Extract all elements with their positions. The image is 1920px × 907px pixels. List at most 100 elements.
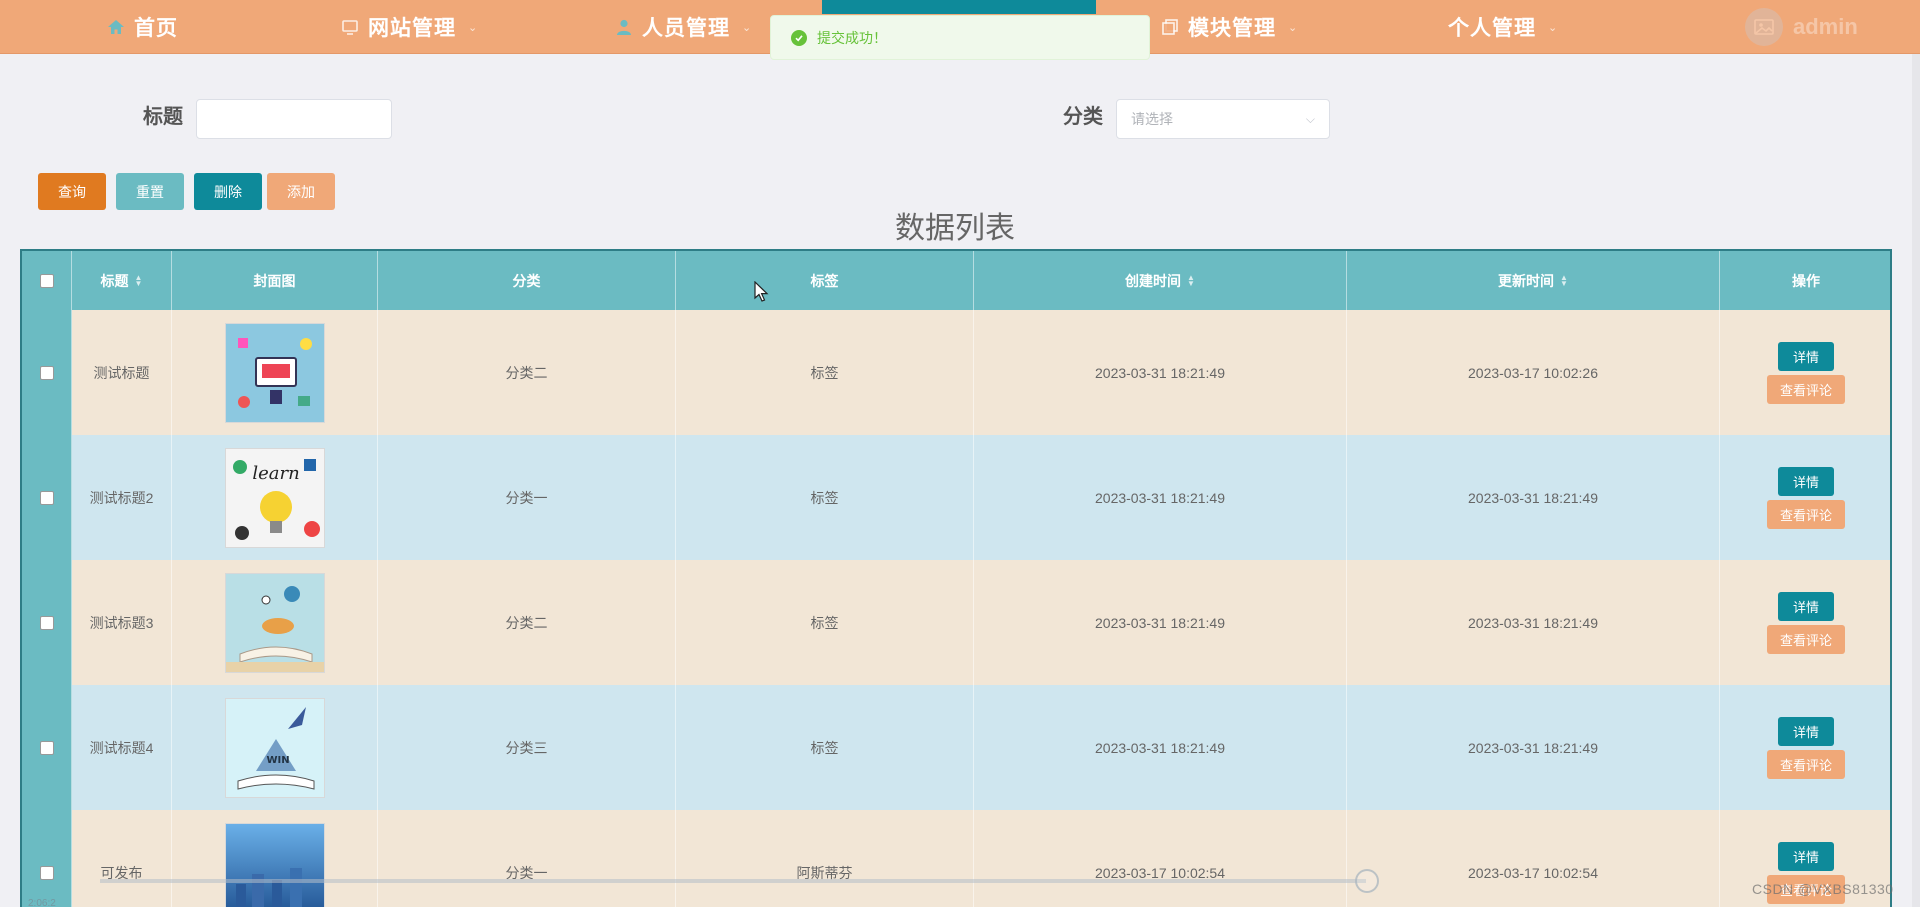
nav-home[interactable]: 首页 bbox=[106, 0, 178, 54]
nav-personal-label: 个人管理 bbox=[1448, 17, 1536, 40]
row-created-time: 2023-03-31 18:21:49 bbox=[974, 685, 1347, 810]
user-icon bbox=[617, 19, 631, 35]
row-select-cell bbox=[22, 810, 72, 907]
title-search-input[interactable] bbox=[196, 99, 392, 139]
row-category: 分类一 bbox=[378, 810, 676, 907]
select-all-cell bbox=[22, 251, 72, 310]
row-title: 测试标题2 bbox=[72, 435, 172, 560]
row-checkbox[interactable] bbox=[39, 740, 54, 755]
watermark: CSDN @VXBS81330 bbox=[1752, 881, 1894, 897]
home-icon bbox=[108, 20, 124, 34]
view-comments-button[interactable]: 查看评论 bbox=[1767, 624, 1845, 654]
page-scrollbar[interactable] bbox=[1912, 54, 1920, 907]
user-menu[interactable]: admin bbox=[1745, 8, 1858, 46]
row-cover-cell: WIN bbox=[172, 685, 378, 810]
nav-home-label: 首页 bbox=[134, 17, 178, 40]
detail-button[interactable]: 详情 bbox=[1778, 591, 1834, 621]
column-header-tag: 标签 bbox=[676, 251, 974, 310]
row-title: 可发布 bbox=[72, 810, 172, 907]
nav-personnel-label: 人员管理 bbox=[642, 17, 730, 40]
table-row: 测试标题2 learn 分类一 标签 2023-03-31 18:21:49 2… bbox=[22, 435, 1890, 560]
row-select-cell bbox=[22, 310, 72, 435]
row-created-time: 2023-03-31 18:21:49 bbox=[974, 310, 1347, 435]
row-tag: 阿斯蒂芬 bbox=[676, 810, 974, 907]
detail-button[interactable]: 详情 bbox=[1778, 466, 1834, 496]
category-filter-label: 分类 bbox=[1063, 106, 1103, 128]
row-actions: 详情 查看评论 bbox=[1720, 310, 1890, 435]
nav-website-label: 网站管理 bbox=[368, 17, 456, 40]
copy-icon bbox=[1162, 19, 1178, 35]
avatar bbox=[1745, 8, 1783, 46]
column-header-actions: 操作 bbox=[1792, 272, 1820, 289]
category-select[interactable]: 请选择 ⌵ bbox=[1116, 99, 1330, 139]
detail-button[interactable]: 详情 bbox=[1778, 716, 1834, 746]
row-checkbox[interactable] bbox=[39, 490, 54, 505]
title-filter-label: 标题 bbox=[143, 106, 183, 128]
sort-icon: ▲ ▼ bbox=[1560, 272, 1568, 288]
cover-image[interactable] bbox=[224, 822, 325, 907]
row-tag: 标签 bbox=[676, 310, 974, 435]
chevron-down-icon: ⌄ bbox=[1288, 21, 1299, 34]
row-title: 测试标题4 bbox=[72, 685, 172, 810]
row-select-cell bbox=[22, 435, 72, 560]
success-toast: 提交成功！ bbox=[770, 15, 1150, 60]
nav-personal-management[interactable]: 个人管理 ⌄ bbox=[1448, 0, 1558, 54]
view-comments-button[interactable]: 查看评论 bbox=[1767, 374, 1845, 404]
cover-image[interactable]: WIN bbox=[224, 697, 325, 798]
column-header-title[interactable]: 标题 ▲ ▼ bbox=[72, 251, 172, 310]
svg-text:WIN: WIN bbox=[266, 755, 289, 766]
monitor-icon bbox=[342, 20, 358, 35]
nav-personnel-management[interactable]: 人员管理 ⌄ bbox=[614, 0, 752, 54]
row-title: 测试标题3 bbox=[72, 560, 172, 685]
row-actions: 详情 查看评论 bbox=[1720, 560, 1890, 685]
list-title: 数据列表 bbox=[895, 212, 1015, 245]
toast-message: 提交成功！ bbox=[817, 29, 887, 46]
row-category: 分类二 bbox=[378, 310, 676, 435]
row-tag: 标签 bbox=[676, 560, 974, 685]
detail-button[interactable]: 详情 bbox=[1778, 341, 1834, 371]
row-select-cell bbox=[22, 685, 72, 810]
view-comments-button[interactable]: 查看评论 bbox=[1767, 749, 1845, 779]
sort-icon: ▲ ▼ bbox=[134, 272, 143, 288]
active-nav-indicator bbox=[822, 0, 1096, 14]
column-header-category: 分类 bbox=[378, 251, 676, 310]
video-progress-knob[interactable] bbox=[1355, 869, 1379, 893]
row-created-time: 2023-03-17 10:02:54 bbox=[974, 810, 1347, 907]
row-updated-time: 2023-03-17 10:02:26 bbox=[1347, 310, 1720, 435]
column-header-updated[interactable]: 更新时间 ▲ ▼ bbox=[1347, 251, 1720, 310]
row-select-cell bbox=[22, 560, 72, 685]
video-progress-bar[interactable] bbox=[100, 879, 1366, 883]
row-updated-time: 2023-03-17 10:02:54 bbox=[1347, 810, 1720, 907]
select-all-checkbox[interactable] bbox=[39, 273, 54, 288]
data-table: 标题 ▲ ▼ 封面图 分类 标签 创建时间 ▲ ▼ 更新时间 ▲ ▼ 操作 测试标题 bbox=[20, 249, 1892, 907]
row-category: 分类三 bbox=[378, 685, 676, 810]
row-checkbox[interactable] bbox=[39, 865, 54, 880]
row-updated-time: 2023-03-31 18:21:49 bbox=[1347, 685, 1720, 810]
view-comments-button[interactable]: 查看评论 bbox=[1767, 499, 1845, 529]
row-created-time: 2023-03-31 18:21:49 bbox=[974, 435, 1347, 560]
sort-icon: ▲ ▼ bbox=[1187, 272, 1195, 288]
row-updated-time: 2023-03-31 18:21:49 bbox=[1347, 560, 1720, 685]
row-created-time: 2023-03-31 18:21:49 bbox=[974, 560, 1347, 685]
nav-website-management[interactable]: 网站管理 ⌄ bbox=[340, 0, 478, 54]
detail-button[interactable]: 详情 bbox=[1778, 841, 1834, 871]
row-cover-cell: learn bbox=[172, 435, 378, 560]
username: admin bbox=[1793, 14, 1858, 39]
nav-module-label: 模块管理 bbox=[1188, 17, 1276, 40]
table-row: 测试标题4 WIN 分类三 标签 2023-03-31 18:21:49 202… bbox=[22, 685, 1890, 810]
row-checkbox[interactable] bbox=[39, 615, 54, 630]
mouse-cursor-icon bbox=[754, 281, 769, 302]
nav-module-management[interactable]: 模块管理 ⌄ bbox=[1160, 0, 1298, 54]
video-timecode: 2:06:2 bbox=[28, 898, 56, 907]
row-updated-time: 2023-03-31 18:21:49 bbox=[1347, 435, 1720, 560]
row-cover-cell bbox=[172, 310, 378, 435]
cover-image[interactable] bbox=[224, 322, 325, 423]
column-header-created[interactable]: 创建时间 ▲ ▼ bbox=[974, 251, 1347, 310]
row-checkbox[interactable] bbox=[39, 365, 54, 380]
table-row: 可发布 分类一 阿斯蒂芬 2023-03-17 10:02:54 2023-03… bbox=[22, 810, 1890, 907]
row-category: 分类一 bbox=[378, 435, 676, 560]
image-placeholder-icon bbox=[1754, 19, 1774, 35]
cover-image[interactable] bbox=[224, 572, 325, 673]
cover-image[interactable]: learn bbox=[224, 447, 325, 548]
row-cover-cell bbox=[172, 810, 378, 907]
